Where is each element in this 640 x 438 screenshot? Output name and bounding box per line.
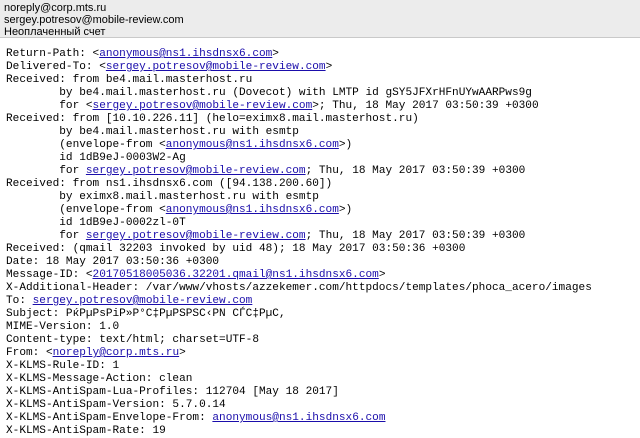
header-line: X-KLMS-AntiSpam-Lua-Profiles: 112704 [Ma…: [6, 386, 640, 399]
header-text: Content-type: text/html; charset=UTF-8: [6, 334, 259, 346]
header-text: for: [6, 230, 86, 242]
email-link[interactable]: noreply@corp.mts.ru: [53, 347, 180, 359]
message-source-view: Return-Path: <anonymous@ns1.ihsdnsx6.com…: [0, 38, 640, 438]
header-line: for <sergey.potresov@mobile-review.com>;…: [6, 100, 640, 113]
header-text: id 1dB9eJ-0002zl-0T: [6, 217, 186, 229]
header-line: Received: from ns1.ihsdnsx6.com ([94.138…: [6, 178, 640, 191]
header-text: (envelope-from <: [6, 139, 166, 151]
email-link[interactable]: anonymous@ns1.ihsdnsx6.com: [99, 48, 272, 60]
header-text: X-KLMS-AntiSpam-Envelope-From:: [6, 412, 213, 424]
header-line: X-KLMS-Message-Action: clean: [6, 373, 640, 386]
header-line: for sergey.potresov@mobile-review.com; T…: [6, 230, 640, 243]
header-line: Message-ID: <20170518005036.32201.qmail@…: [6, 269, 640, 282]
header-text: X-KLMS-Message-Action: clean: [6, 373, 193, 385]
header-text: for: [6, 165, 86, 177]
header-text: >: [378, 269, 386, 281]
email-link[interactable]: 20170518005036.32201.qmail@ns1.ihsdnsx6.…: [93, 269, 379, 281]
header-text: Received: from [10.10.226.11] (helo=exim…: [6, 113, 419, 125]
header-line: MIME-Version: 1.0: [6, 321, 640, 334]
header-line: X-KLMS-AntiSpam-Envelope-From: anonymous…: [6, 412, 640, 425]
header-text: >): [338, 204, 353, 216]
header-text: MIME-Version: 1.0: [6, 321, 120, 333]
header-line: Received: from [10.10.226.11] (helo=exim…: [6, 113, 640, 126]
email-link[interactable]: anonymous@ns1.ihsdnsx6.com: [166, 139, 339, 151]
header-text: by eximx8.mail.masterhost.ru with esmtp: [6, 191, 319, 203]
header-text: Return-Path: <: [6, 48, 100, 60]
header-text: X-KLMS-AntiSpam-Lua-Profiles: 112704 [Ma…: [6, 386, 339, 398]
email-link[interactable]: sergey.potresov@mobile-review.com: [86, 165, 306, 177]
header-text: >; Thu, 18 May 2017 03:50:39 +0300: [312, 100, 539, 112]
message-header-panel: noreply@corp.mts.ru sergey.potresov@mobi…: [0, 0, 640, 38]
header-line: Received: from be4.mail.masterhost.ru: [6, 74, 640, 87]
header-text: >: [179, 347, 186, 359]
email-link[interactable]: sergey.potresov@mobile-review.com: [93, 100, 313, 112]
header-line: by be4.mail.masterhost.ru with esmtp: [6, 126, 640, 139]
header-line: Received: (qmail 32203 invoked by uid 48…: [6, 243, 640, 256]
header-text: Subject: PќPµPsPiP»P°C‡PµPSPSC‹PN CЃC‡Pµ…: [6, 308, 286, 320]
header-line: by eximx8.mail.masterhost.ru with esmtp: [6, 191, 640, 204]
header-text: ; Thu, 18 May 2017 03:50:39 +0300: [305, 165, 526, 177]
header-text: X-Additional-Header: /var/www/vhosts/azz…: [6, 282, 592, 294]
header-line: X-Additional-Header: /var/www/vhosts/azz…: [6, 282, 640, 295]
header-text: To:: [6, 295, 33, 307]
header-text: id 1dB9eJ-0003W2-Ag: [6, 152, 186, 164]
header-line: X-KLMS-AntiSpam-Version: 5.7.0.14: [6, 399, 640, 412]
header-text: X-KLMS-AntiSpam-Version: 5.7.0.14: [6, 399, 226, 411]
sender-address: noreply@corp.mts.ru: [4, 2, 107, 14]
email-link[interactable]: anonymous@ns1.ihsdnsx6.com: [212, 412, 385, 424]
header-line: To: sergey.potresov@mobile-review.com: [6, 295, 640, 308]
header-text: X-KLMS-Rule-ID: 1: [6, 360, 120, 372]
recipient-address: sergey.potresov@mobile-review.com: [4, 14, 184, 26]
message-subject: Неоплаченный счет: [4, 26, 106, 38]
header-text: Received: from be4.mail.masterhost.ru: [6, 74, 253, 86]
email-link[interactable]: sergey.potresov@mobile-review.com: [86, 230, 306, 242]
header-text: Received: from ns1.ihsdnsx6.com ([94.138…: [6, 178, 333, 190]
header-text: Delivered-To: <: [6, 61, 106, 73]
header-line: X-KLMS-AntiSpam-Rate: 19: [6, 425, 640, 438]
header-line: for sergey.potresov@mobile-review.com; T…: [6, 165, 640, 178]
header-line: (envelope-from <anonymous@ns1.ihsdnsx6.c…: [6, 139, 640, 152]
header-text: by be4.mail.masterhost.ru with esmtp: [6, 126, 299, 138]
header-text: Date: 18 May 2017 03:50:36 +0300: [6, 256, 220, 268]
email-link[interactable]: anonymous@ns1.ihsdnsx6.com: [166, 204, 339, 216]
header-text: >): [338, 139, 353, 151]
header-text: >: [325, 61, 333, 73]
email-link[interactable]: sergey.potresov@mobile-review.com: [106, 61, 326, 73]
header-line: (envelope-from <anonymous@ns1.ihsdnsx6.c…: [6, 204, 640, 217]
header-text: Message-ID: <: [6, 269, 93, 281]
header-line: id 1dB9eJ-0003W2-Ag: [6, 152, 640, 165]
header-line: From: <noreply@corp.mts.ru>: [6, 347, 640, 360]
header-text: Received: (qmail 32203 invoked by uid 48…: [6, 243, 466, 255]
header-line: Return-Path: <anonymous@ns1.ihsdnsx6.com…: [6, 48, 640, 61]
email-link[interactable]: sergey.potresov@mobile-review.com: [33, 295, 253, 307]
header-text: From: <: [6, 347, 53, 359]
header-text: for <: [6, 100, 93, 112]
header-line: Content-type: text/html; charset=UTF-8: [6, 334, 640, 347]
header-line: by be4.mail.masterhost.ru (Dovecot) with…: [6, 87, 640, 100]
header-line: Subject: PќPµPsPiP»P°C‡PµPSPSC‹PN CЃC‡Pµ…: [6, 308, 640, 321]
header-line: X-KLMS-Rule-ID: 1: [6, 360, 640, 373]
header-line: Date: 18 May 2017 03:50:36 +0300: [6, 256, 640, 269]
header-text: X-KLMS-AntiSpam-Rate: 19: [6, 425, 166, 437]
header-text: by be4.mail.masterhost.ru (Dovecot) with…: [6, 87, 532, 99]
header-text: ; Thu, 18 May 2017 03:50:39 +0300: [305, 230, 526, 242]
header-text: (envelope-from <: [6, 204, 166, 216]
header-line: Delivered-To: <sergey.potresov@mobile-re…: [6, 61, 640, 74]
header-line: id 1dB9eJ-0002zl-0T: [6, 217, 640, 230]
header-text: >: [272, 48, 279, 60]
